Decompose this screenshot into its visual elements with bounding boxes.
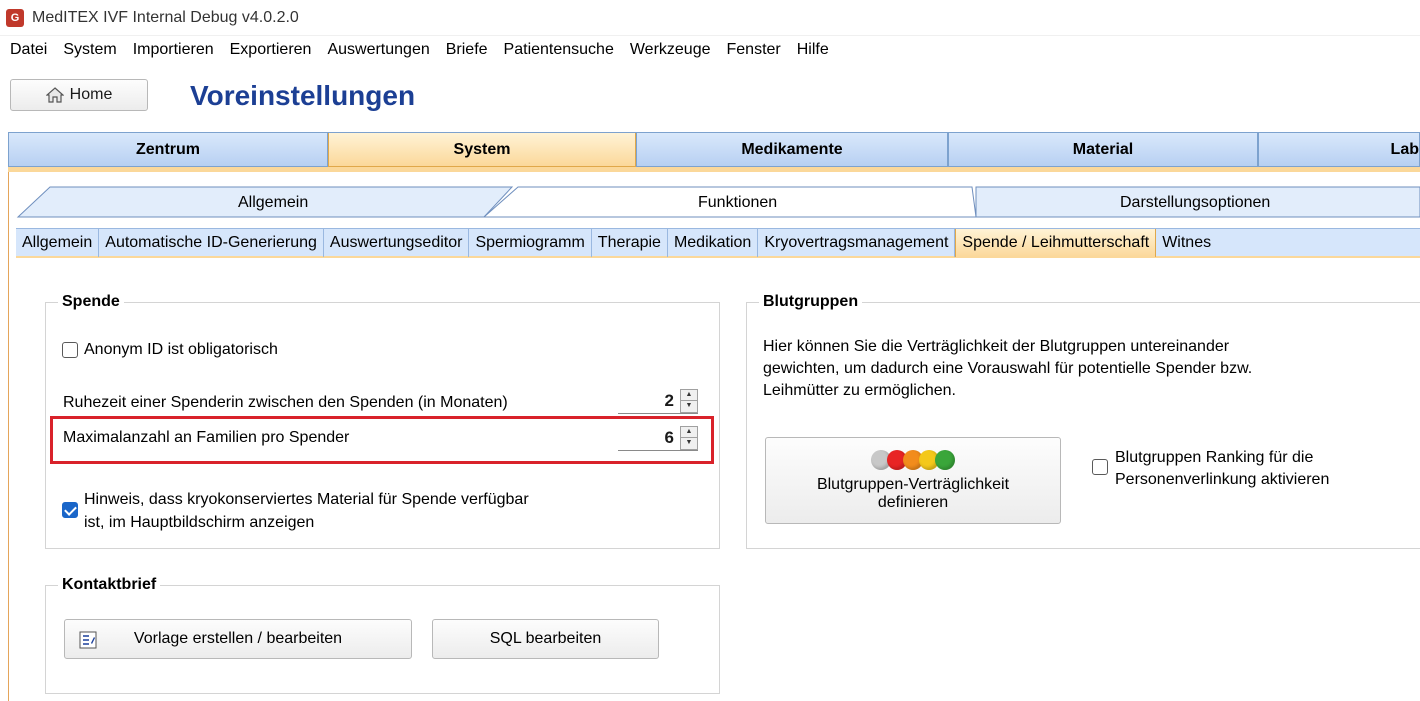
home-button[interactable]: Home (10, 79, 148, 111)
anonym-id-checkbox[interactable] (62, 342, 78, 358)
blutgruppen-group-title: Blutgruppen (759, 293, 863, 311)
subtab-allgemein[interactable]: Allgemein (238, 194, 308, 212)
vorlage-bearbeiten-button[interactable]: Vorlage erstellen / bearbeiten (64, 619, 412, 659)
spin-down-icon[interactable]: ▼ (681, 401, 697, 412)
traffic-light-icon (871, 449, 955, 470)
vertraeglichkeit-button-line2: definieren (877, 493, 949, 511)
menu-patientensuche[interactable]: Patientensuche (496, 36, 622, 64)
tab-fn-therapie[interactable]: Therapie (592, 229, 668, 257)
ranking-checkbox[interactable] (1092, 459, 1108, 475)
blutgruppen-vertraeglichkeit-button[interactable]: Blutgruppen-Verträglichkeit definieren (765, 437, 1061, 524)
blutgruppen-desc-line2: gewichten, um dadurch eine Vorauswahl fü… (763, 360, 1253, 377)
spin-up-icon[interactable]: ▲ (681, 389, 697, 401)
blutgruppen-desc-line3: Leihmütter zu ermöglichen. (763, 382, 956, 399)
menu-werkzeuge[interactable]: Werkzeuge (622, 36, 719, 64)
menu-hilfe[interactable]: Hilfe (789, 36, 837, 64)
tab-zentrum[interactable]: Zentrum (8, 133, 328, 167)
home-icon (45, 87, 65, 103)
app-logo-icon: G (6, 8, 24, 27)
menu-importieren[interactable]: Importieren (125, 36, 222, 64)
blutgruppen-desc-line1: Hier können Sie die Verträglichkeit der … (763, 338, 1230, 355)
ruhezeit-spin-buttons[interactable]: ▲ ▼ (680, 388, 698, 413)
traffic-dot-green (935, 449, 955, 470)
hinweis-label-line1: Hinweis, dass kryokonserviertes Material… (84, 491, 529, 508)
sql-bearbeiten-button[interactable]: SQL bearbeiten (432, 619, 659, 659)
kontaktbrief-group-title: Kontaktbrief (58, 576, 161, 594)
tab-fn-spende-leihmutterschaft[interactable]: Spende / Leihmutterschaft (955, 229, 1157, 257)
menu-system[interactable]: System (55, 36, 124, 64)
hinweis-label-line2: ist, im Hauptbildschirm anzeigen (84, 514, 315, 531)
tab-system[interactable]: System (328, 133, 636, 167)
tab-medikamente[interactable]: Medikamente (636, 133, 948, 167)
tab-fn-spermiogramm[interactable]: Spermiogramm (469, 229, 592, 257)
highlight-box (50, 416, 714, 464)
ranking-label-line1: Blutgruppen Ranking für die (1115, 449, 1314, 466)
menu-exportieren[interactable]: Exportieren (222, 36, 320, 64)
subtab-darstellungsoptionen[interactable]: Darstellungsoptionen (1120, 194, 1270, 212)
page-title: Voreinstellungen (190, 80, 416, 111)
main-tab-bar: Zentrum System Medikamente Material Lab (8, 132, 1420, 167)
menu-briefe[interactable]: Briefe (438, 36, 496, 64)
menu-auswertungen[interactable]: Auswertungen (319, 36, 437, 64)
vertraeglichkeit-button-line1: Blutgruppen-Verträglichkeit (816, 475, 1010, 493)
tab-fn-medikation[interactable]: Medikation (668, 229, 759, 257)
spende-group-title: Spende (58, 293, 124, 311)
template-edit-icon (79, 631, 97, 654)
anonym-id-label: Anonym ID ist obligatorisch (84, 341, 278, 358)
hinweis-checkbox[interactable] (62, 502, 78, 518)
tab-fn-id-generierung[interactable]: Automatische ID-Generierung (99, 229, 324, 257)
menu-bar: Datei System Importieren Exportieren Aus… (0, 36, 1420, 64)
subtab-funktionen[interactable]: Funktionen (698, 194, 777, 212)
ranking-label-line2: Personenverlinkung aktivieren (1115, 471, 1330, 488)
tab-fn-kryovertragsmanagement[interactable]: Kryovertragsmanagement (758, 229, 956, 257)
function-tab-bar: Allgemein Automatische ID-Generierung Au… (16, 228, 1420, 258)
window-title: MedITEX IVF Internal Debug v4.0.2.0 (32, 8, 299, 26)
home-button-label: Home (69, 86, 113, 103)
tab-lab[interactable]: Lab (1258, 133, 1420, 167)
ruhezeit-label: Ruhezeit einer Spenderin zwischen den Sp… (63, 394, 508, 411)
menu-datei[interactable]: Datei (2, 36, 55, 64)
sql-button-label: SQL bearbeiten (489, 630, 602, 647)
tab-fn-allgemein[interactable]: Allgemein (16, 229, 100, 257)
title-bar: G MedITEX IVF Internal Debug v4.0.2.0 (0, 0, 1420, 36)
tab-fn-auswertungseditor[interactable]: Auswertungseditor (324, 229, 470, 257)
menu-fenster[interactable]: Fenster (719, 36, 789, 64)
tab-fn-witnes[interactable]: Witnes (1156, 229, 1217, 257)
tab-material[interactable]: Material (948, 133, 1258, 167)
ruhezeit-value[interactable]: 2 (665, 391, 674, 411)
vorlage-button-label: Vorlage erstellen / bearbeiten (133, 630, 343, 647)
ruhezeit-spinner[interactable]: 2 ▲ ▼ (618, 388, 698, 414)
